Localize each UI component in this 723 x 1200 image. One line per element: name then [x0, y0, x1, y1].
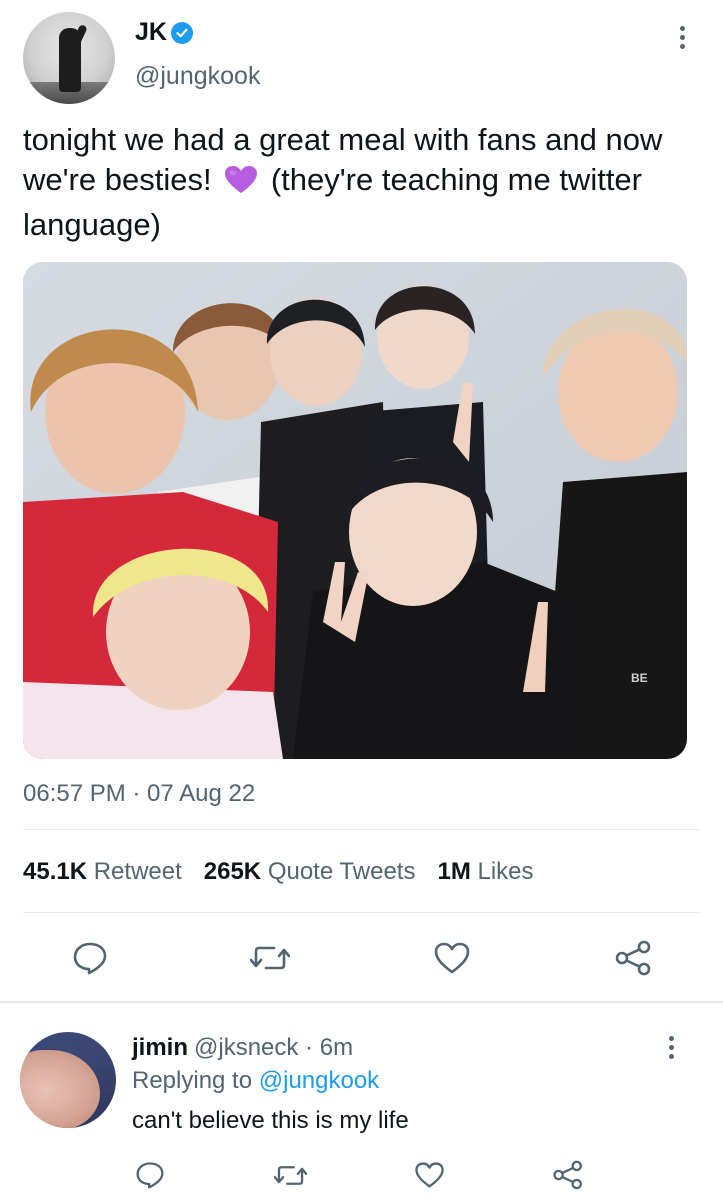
- reply-like-icon[interactable]: [411, 1158, 447, 1192]
- verified-badge-icon: [170, 21, 193, 44]
- quote-tweets-count-label: Quote Tweets: [267, 858, 416, 885]
- author-handle[interactable]: @jungkook: [135, 62, 260, 91]
- divider: [23, 829, 700, 830]
- quote-tweets-count-value: 265K: [203, 858, 262, 885]
- retweet-count-label: Retweet: [93, 858, 182, 885]
- author-avatar[interactable]: [23, 12, 115, 104]
- tweet-stats: 45.1K Retweet 265K Quote Tweets 1M Likes: [23, 858, 556, 886]
- reply-reply-icon[interactable]: [132, 1158, 168, 1192]
- tweet-text: tonight we had a great meal with fans an…: [23, 120, 693, 245]
- reply-author-avatar[interactable]: [20, 1032, 116, 1128]
- reply-header: jimin @jksneck · 6m: [132, 1034, 353, 1062]
- replying-to-prefix: Replying to: [132, 1067, 253, 1094]
- shirt-print-text: BE: [631, 671, 648, 685]
- reply-retweet-icon[interactable]: [272, 1158, 308, 1192]
- reply-share-icon[interactable]: [550, 1158, 586, 1192]
- reply-more-options-icon[interactable]: [669, 1036, 675, 1059]
- divider: [23, 912, 700, 913]
- share-icon[interactable]: [612, 938, 656, 978]
- purple-heart-icon: [224, 165, 258, 205]
- like-icon[interactable]: [430, 938, 474, 978]
- tweet-detail-page: JK @jungkook tonight we had a great meal…: [0, 0, 723, 1200]
- reply-text: can't believe this is my life: [132, 1107, 409, 1134]
- author-name-row[interactable]: JK: [135, 18, 193, 47]
- reply-author-name[interactable]: jimin: [132, 1034, 188, 1062]
- likes-count-label: Likes: [477, 858, 534, 885]
- retweet-count-value: 45.1K: [23, 858, 88, 885]
- likes-count-value: 1M: [437, 858, 471, 885]
- reply-icon[interactable]: [68, 938, 112, 978]
- tweet-timestamp[interactable]: 06:57 PM · 07 Aug 22: [23, 780, 255, 808]
- retweet-count[interactable]: 45.1K Retweet: [23, 858, 182, 886]
- reply-author-handle-time[interactable]: @jksneck · 6m: [194, 1034, 353, 1062]
- quote-tweets-count[interactable]: 265K Quote Tweets: [204, 858, 416, 886]
- section-divider: [0, 1001, 723, 1003]
- author-display-name[interactable]: JK: [135, 18, 167, 47]
- more-options-icon[interactable]: [680, 26, 686, 49]
- tweet-photo[interactable]: BE: [23, 262, 687, 759]
- replying-to: Replying to @jungkook: [132, 1067, 379, 1095]
- replying-to-link[interactable]: @jungkook: [259, 1067, 379, 1094]
- retweet-icon[interactable]: [248, 938, 292, 978]
- avatar-photo: [20, 1050, 100, 1128]
- likes-count[interactable]: 1M Likes: [437, 858, 533, 886]
